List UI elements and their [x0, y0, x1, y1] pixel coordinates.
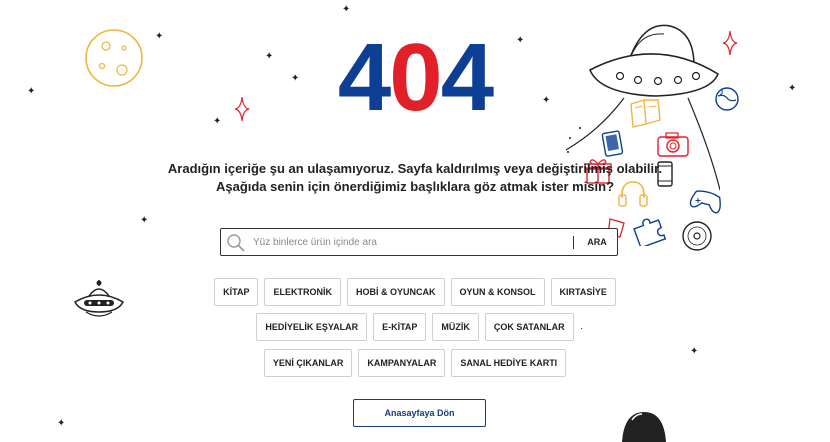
category-row: HEDİYELİK EŞYALAR E-KİTAP MÜZİK ÇOK SATA… [0, 313, 830, 341]
search-button[interactable]: ARA [578, 229, 616, 255]
category-tag[interactable]: ELEKTRONİK [264, 278, 341, 306]
search-divider [573, 236, 574, 249]
category-tag[interactable]: SANAL HEDİYE KARTI [451, 349, 567, 377]
category-tag[interactable]: HEDİYELİK EŞYALAR [256, 313, 368, 341]
error-message-line: Aşağıda senin için önerdiğimiz başlıklar… [215, 179, 615, 194]
category-tag[interactable]: OYUN & KONSOL [450, 278, 545, 306]
category-tag[interactable]: ÇOK SATANLAR [484, 313, 574, 341]
error-code-digit: 4 [337, 24, 391, 131]
error-message-line: Aradığın içeriğe şu an ulaşamıyoruz. Say… [167, 161, 663, 176]
tablet-icon [601, 130, 624, 157]
puzzle-icon [633, 218, 666, 246]
error-code-title: 404 [0, 28, 830, 128]
camera-icon [657, 132, 689, 157]
star-icon: ✦ [140, 215, 149, 226]
error-message: Aradığın içeriğe şu an ulaşamıyoruz. Say… [0, 160, 830, 196]
category-tag[interactable]: KIRTASİYE [550, 278, 616, 306]
search-icon [227, 234, 245, 252]
ufo-icon [622, 412, 666, 442]
category-tag[interactable]: E-KİTAP [373, 313, 427, 341]
error-code-digit: 4 [440, 24, 494, 131]
home-button[interactable]: Anasayfaya Dön [353, 399, 486, 427]
category-row: KİTAP ELEKTRONİK HOBİ & OYUNCAK OYUN & K… [0, 278, 830, 306]
search-bar: ARA [220, 228, 618, 256]
star-icon: ✦ [342, 4, 351, 15]
vinyl-record-icon [682, 221, 712, 251]
category-tag[interactable]: KİTAP [214, 278, 259, 306]
error-code-digit: 0 [389, 24, 442, 131]
star-icon: ✦ [57, 418, 66, 429]
category-tag[interactable]: MÜZİK [432, 313, 479, 341]
category-tag[interactable]: KAMPANYALAR [358, 349, 446, 377]
category-tag[interactable]: HOBİ & OYUNCAK [346, 278, 445, 306]
category-row: YENİ ÇIKANLAR KAMPANYALAR SANAL HEDİYE K… [0, 349, 830, 377]
category-tag[interactable]: YENİ ÇIKANLAR [263, 349, 353, 377]
search-input[interactable] [253, 233, 553, 251]
